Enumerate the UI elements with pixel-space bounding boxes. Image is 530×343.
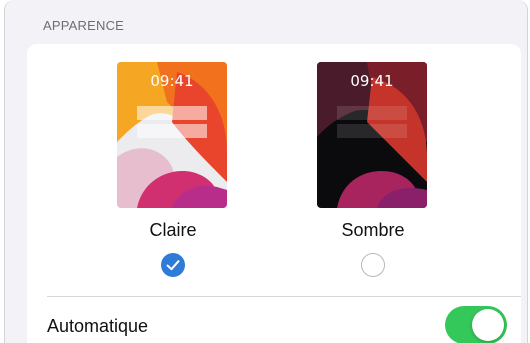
dark-mode-preview[interactable]: 09:41 [317, 62, 427, 208]
appearance-label-light: Claire [149, 220, 197, 240]
appearance-option-light[interactable]: 09:41 Claire [117, 62, 229, 277]
automatic-label: Automatique [47, 316, 149, 336]
settings-panel: APPARENCE 09:41 Claire 09:41 Sombre Auto… [4, 0, 528, 343]
automatic-toggle[interactable] [445, 306, 507, 343]
section-header-appearance: APPARENCE [43, 18, 125, 33]
checkmark-icon [166, 260, 180, 271]
appearance-option-dark[interactable]: 09:41 Sombre [317, 62, 429, 277]
row-divider [47, 296, 521, 297]
radio-dark-unselected[interactable] [361, 253, 385, 277]
toggle-knob [472, 309, 504, 341]
preview-time-light: 09:41 [150, 72, 194, 90]
preview-time-dark: 09:41 [350, 72, 394, 90]
light-mode-preview[interactable]: 09:41 [117, 62, 227, 208]
automatic-row: Automatique [47, 306, 507, 343]
appearance-card: 09:41 Claire 09:41 Sombre Automatique [27, 44, 521, 343]
appearance-label-dark: Sombre [341, 220, 405, 240]
radio-light-selected[interactable] [161, 253, 185, 277]
